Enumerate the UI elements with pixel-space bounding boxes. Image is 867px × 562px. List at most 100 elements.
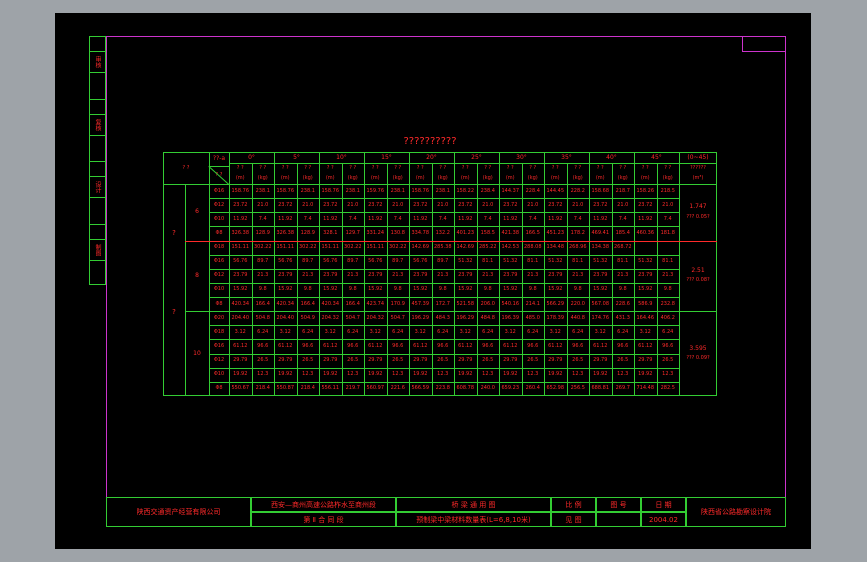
table-value: 9.8 bbox=[663, 286, 672, 293]
table-value: 23.79 bbox=[503, 272, 518, 279]
table-value: 6.24 bbox=[482, 328, 494, 335]
table-value: 6.24 bbox=[392, 328, 404, 335]
table-value: 23.72 bbox=[503, 201, 518, 208]
table-value: 26.5 bbox=[482, 357, 494, 364]
table-value: 23.79 bbox=[638, 272, 653, 279]
table-value: 158.26 bbox=[636, 187, 655, 194]
table-value: 7.4 bbox=[438, 215, 447, 222]
table-value: 331.24 bbox=[366, 229, 385, 236]
table-value: 134.48 bbox=[546, 244, 565, 251]
grid-line bbox=[209, 166, 229, 167]
table-value: 238.1 bbox=[390, 187, 405, 194]
table-value: 96.6 bbox=[437, 343, 449, 350]
table-value: 196.29 bbox=[411, 314, 430, 321]
table-value: 29.79 bbox=[458, 357, 473, 364]
volume-note: ??? 0.05? bbox=[686, 213, 710, 220]
table-value: 21.0 bbox=[437, 201, 449, 208]
table-value: 29.79 bbox=[593, 357, 608, 364]
table-value: 12.3 bbox=[572, 371, 584, 378]
sub-header-unit: (kg) bbox=[482, 175, 493, 181]
table-value: 608.78 bbox=[456, 385, 475, 392]
table-value: 6.24 bbox=[617, 328, 629, 335]
table-value: 21.3 bbox=[257, 272, 269, 279]
table-value: 7.4 bbox=[393, 215, 402, 222]
angle-header: 20° bbox=[426, 153, 437, 161]
table-value: 23.72 bbox=[323, 201, 338, 208]
sub-header-label: ? ? bbox=[394, 164, 402, 171]
sub-header-label: ? ? bbox=[506, 164, 514, 171]
table-value: 7.4 bbox=[528, 215, 537, 222]
drawing-category: 桥 梁 通 用 图 bbox=[396, 497, 551, 512]
angle-header: 40° bbox=[606, 153, 617, 161]
table-value: 81.1 bbox=[572, 258, 584, 265]
table-value: 302.22 bbox=[389, 244, 407, 251]
span-length: 10 bbox=[193, 349, 201, 357]
table-value: 214.1 bbox=[525, 300, 540, 307]
table-value: 3.12 bbox=[324, 328, 336, 335]
signature-cell: 设计 bbox=[90, 161, 105, 223]
sub-header-unit: (m) bbox=[550, 175, 560, 181]
sub-header-unit: (m) bbox=[460, 175, 470, 181]
table-value: 423.74 bbox=[366, 300, 385, 307]
table-value: 129.7 bbox=[345, 229, 360, 236]
table-value: 328.1 bbox=[323, 229, 338, 236]
sub-header-label: ? ? bbox=[236, 164, 244, 171]
table-value: 23.79 bbox=[413, 272, 428, 279]
sub-header-unit: (kg) bbox=[527, 175, 538, 181]
table-value: 238.1 bbox=[345, 187, 360, 194]
sub-header-unit: (m) bbox=[280, 175, 290, 181]
table-value: 285.38 bbox=[434, 244, 452, 251]
table-value: 3.12 bbox=[414, 328, 426, 335]
table-value: 96.6 bbox=[527, 343, 539, 350]
table-value: 485.0 bbox=[525, 314, 540, 321]
table-value: 144.37 bbox=[501, 187, 520, 194]
sub-header-unit: (kg) bbox=[347, 175, 358, 181]
table-value: 288.08 bbox=[524, 244, 542, 251]
table-value: 23.79 bbox=[548, 272, 563, 279]
table-value: 12.3 bbox=[302, 371, 314, 378]
table-value: 21.0 bbox=[527, 201, 539, 208]
table-value: 9.8 bbox=[438, 286, 447, 293]
sub-header-label: ? ? bbox=[619, 164, 627, 171]
table-value: 21.0 bbox=[257, 201, 269, 208]
bar-diameter: Φ12 bbox=[213, 201, 225, 208]
table-value: 21.3 bbox=[662, 272, 674, 279]
table-value: 12.3 bbox=[527, 371, 539, 378]
table-value: 166.5 bbox=[525, 229, 540, 236]
table-value: 174.76 bbox=[591, 314, 610, 321]
table-value: 29.79 bbox=[638, 357, 653, 364]
table-value: 223.8 bbox=[435, 385, 450, 392]
table-value: 204.32 bbox=[321, 314, 340, 321]
table-value: 567.08 bbox=[591, 300, 610, 307]
table-value: 238.1 bbox=[435, 187, 450, 194]
table-value: 504.7 bbox=[390, 314, 405, 321]
table-value: 15.92 bbox=[548, 286, 563, 293]
table-value: 238.1 bbox=[300, 187, 315, 194]
table-value: 19.92 bbox=[503, 371, 518, 378]
table-value: 238.1 bbox=[255, 187, 270, 194]
table-value: 61.12 bbox=[503, 343, 518, 350]
table-value: 3.12 bbox=[504, 328, 516, 335]
table-value: 151.11 bbox=[231, 244, 250, 251]
table-value: 196.39 bbox=[501, 314, 520, 321]
table-value: 9.8 bbox=[528, 286, 537, 293]
table-value: 228.2 bbox=[570, 187, 585, 194]
table-value: 11.92 bbox=[368, 215, 383, 222]
table-value: 15.92 bbox=[503, 286, 518, 293]
table-value: 158.76 bbox=[411, 187, 430, 194]
table-value: 204.40 bbox=[276, 314, 295, 321]
table-value: 21.3 bbox=[437, 272, 449, 279]
table-value: 19.92 bbox=[548, 371, 563, 378]
table-value: 451.23 bbox=[546, 229, 565, 236]
table-value: 9.8 bbox=[618, 286, 627, 293]
table-value: 19.92 bbox=[368, 371, 383, 378]
table-value: 81.1 bbox=[527, 258, 539, 265]
table-value: 218.4 bbox=[255, 385, 270, 392]
table-value: 21.0 bbox=[392, 201, 404, 208]
table-value: 326.38 bbox=[276, 229, 295, 236]
table-value: 61.12 bbox=[548, 343, 563, 350]
table-value: 3.12 bbox=[369, 328, 381, 335]
table-value: 61.12 bbox=[413, 343, 428, 350]
sub-header-label: ? ? bbox=[529, 164, 537, 171]
table-value: 268.96 bbox=[569, 244, 587, 251]
